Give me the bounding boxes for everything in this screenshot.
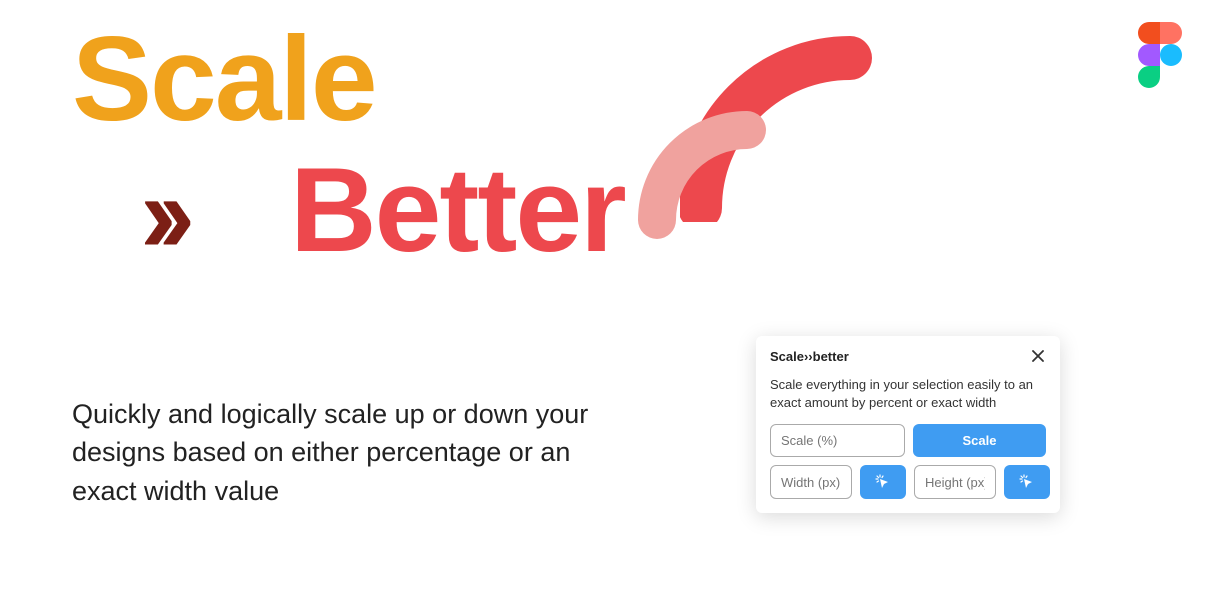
plugin-body: Scale everything in your selection easil…	[756, 374, 1060, 513]
width-input[interactable]	[770, 465, 852, 499]
figma-logo-icon	[1138, 22, 1182, 88]
cursor-click-icon	[874, 473, 892, 491]
plugin-header: Scale››better	[756, 336, 1060, 374]
height-input[interactable]	[914, 465, 996, 499]
chevron-right-icon: ›	[140, 153, 159, 276]
tagline-text: Quickly and logically scale up or down y…	[72, 395, 632, 510]
plugin-description: Scale everything in your selection easil…	[770, 376, 1046, 412]
double-chevron-icon: ››	[140, 160, 177, 270]
plugin-row-dimensions	[770, 465, 1046, 499]
apply-height-button[interactable]	[1004, 465, 1050, 499]
plugin-title: Scale››better	[770, 349, 849, 364]
hero-title-better: Better	[290, 150, 625, 270]
chevron-right-icon: ›	[159, 153, 178, 276]
scale-percent-input[interactable]	[770, 424, 905, 457]
close-button[interactable]	[1030, 348, 1046, 364]
signal-arc-inner-icon	[635, 95, 785, 245]
plugin-row-scale: Scale	[770, 424, 1046, 457]
scale-button[interactable]: Scale	[913, 424, 1046, 457]
plugin-panel: Scale››better Scale everything in your s…	[756, 336, 1060, 513]
hero-title-scale: Scale	[72, 10, 376, 148]
close-icon	[1032, 350, 1044, 362]
apply-width-button[interactable]	[860, 465, 906, 499]
cursor-click-icon	[1018, 473, 1036, 491]
